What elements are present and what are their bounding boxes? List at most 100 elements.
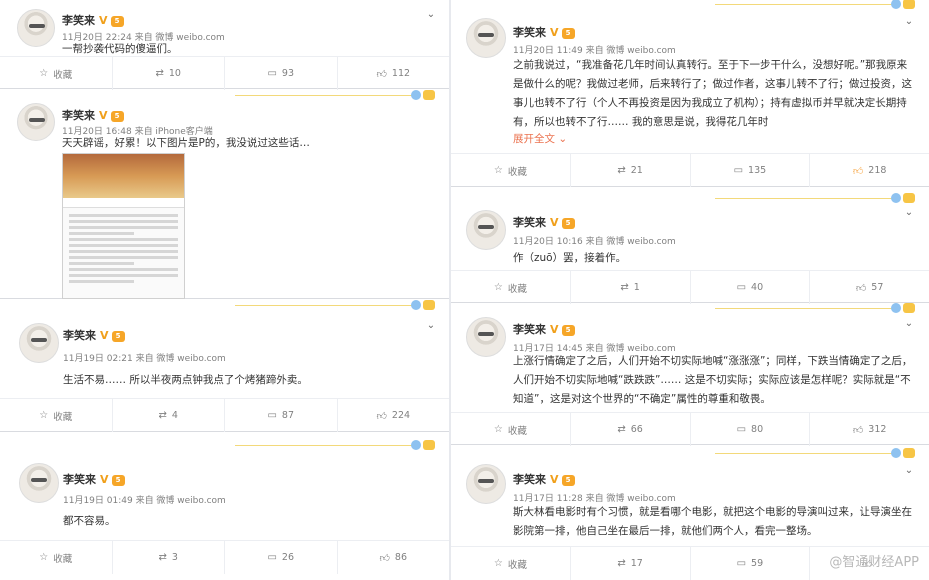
chevron-down-icon[interactable]: ⌄ [424,321,438,331]
repost-button[interactable]: ⇄ 1 [571,271,691,304]
comment-icon: ▭ [267,552,277,563]
expand-full-text-link[interactable]: 展开全文 ⌄ [513,130,633,149]
comment-icon: ▭ [736,424,747,435]
like-button[interactable]: 👍︎ 86 [338,541,450,574]
like-button[interactable]: 👍︎ 112 [338,57,450,90]
comment-button[interactable]: ▭ 87 [225,399,338,432]
chevron-down-icon[interactable]: ⌄ [424,10,438,20]
avatar[interactable] [466,18,506,58]
favorite-button[interactable]: ☆ 收藏 [451,271,571,304]
post-actions: ☆ 收藏 ⇄ 10 ▭ 93 👍︎ 112 [0,56,449,90]
thumb-up-icon: 👍︎ [855,282,867,294]
author-name[interactable]: 李笑来 V 5 [63,327,125,343]
author-name[interactable]: 李笑来 V 5 [62,107,124,123]
star-icon: ☆ [493,424,503,435]
avatar[interactable] [19,463,59,503]
chevron-down-icon[interactable]: ⌄ [902,17,916,27]
right-feed: 李笑来 V 5 ⌄ 11月20日 11:49 来自 微博 weibo.com 之前我… [451,0,929,580]
repost-icon: ⇄ [617,424,626,435]
repost-button[interactable]: ⇄ 4 [113,399,225,432]
post-card: 李笑来 V 5 ⌄ 11月19日 02:21 来自 微博 weibo.com 生活不… [0,300,449,432]
post-card: 李笑来 V 5 11月19日 01:49 来自 微博 weibo.com 都不容易。… [0,440,450,580]
comment-button[interactable]: ▭ 40 [691,271,811,304]
card-decoration [235,300,435,311]
comment-button[interactable]: ▭ 93 [225,57,338,90]
author-name[interactable]: 李笑来 V 5 [513,321,575,337]
post-card: 李笑来 V 5 11月20日 16:48 来自 iPhone客户端 天天辟谣，好累！… [0,90,449,299]
post-time: 11月20日 10:16 来自 微博 weibo.com [513,237,676,247]
repost-icon: ⇄ [158,410,167,421]
level-badge-icon: 5 [110,16,124,27]
thumb-up-icon: 👍︎ [376,410,387,422]
repost-button[interactable]: ⇄ 66 [571,413,691,446]
post-image[interactable] [62,153,185,299]
comment-icon: ▭ [733,165,744,176]
repost-icon: ⇄ [617,558,626,569]
card-decoration [715,448,915,459]
verified-icon: V [550,216,559,229]
author-name[interactable]: 李笑来 V 5 [63,471,125,487]
post-actions: ☆ 收藏 ⇄ 4 ▭ 87 👍︎ 224 [0,398,449,432]
watermark: @智通财经APP [829,555,919,570]
star-icon: ☆ [39,552,49,563]
chevron-down-icon[interactable]: ⌄ [902,319,916,329]
favorite-button[interactable]: ☆ 收藏 [0,399,113,432]
repost-icon: ⇄ [617,165,626,176]
thumb-up-icon: 👍︎ [379,552,390,564]
avatar[interactable] [466,464,506,504]
level-badge-icon: 5 [561,218,575,229]
post-card: 李笑来 V 5 ⌄ 11月20日 10:16 来自 微博 weibo.com 作（z… [451,193,929,304]
post-text: 上涨行情确定了之后，人们开始不切实际地喊“涨涨涨”；同样，下跌当情确定了之后，人… [513,355,913,405]
avatar[interactable] [17,103,55,141]
comment-button[interactable]: ▭ 135 [691,154,811,187]
like-button[interactable]: 👍︎ 218 [810,154,929,187]
thumb-up-icon: 👍︎ [852,424,864,436]
favorite-button[interactable]: ☆ 收藏 [451,547,571,580]
like-button[interactable]: 👍︎ 57 [810,271,929,304]
star-icon: ☆ [493,558,503,569]
author-name[interactable]: 李笑来 V 5 [62,12,124,28]
avatar[interactable] [17,9,55,47]
level-badge-icon: 5 [561,28,575,39]
favorite-button[interactable]: ☆ 收藏 [0,541,113,574]
favorite-button[interactable]: ☆ 收藏 [0,57,113,90]
author-name[interactable]: 李笑来 V 5 [513,214,575,230]
level-badge-icon: 5 [561,325,575,336]
avatar[interactable] [466,210,506,250]
post-card: 李笑来 V 5 ⌄ 11月17日 14:45 来自 微博 weibo.com 上涨行… [451,303,929,446]
level-badge-icon: 5 [111,475,125,486]
repost-button[interactable]: ⇄ 17 [571,547,691,580]
favorite-button[interactable]: ☆ 收藏 [451,413,571,446]
star-icon: ☆ [493,282,503,293]
post-text: 生活不易…… 所以半夜两点钟我点了个烤猪蹄外卖。 [63,374,308,386]
post-time: 11月19日 02:21 来自 微博 weibo.com [63,354,226,364]
favorite-button[interactable]: ☆ 收藏 [451,154,571,187]
like-button[interactable]: 👍︎ 224 [338,399,450,432]
comment-icon: ▭ [736,282,747,293]
repost-button[interactable]: ⇄ 10 [113,57,225,90]
comment-button[interactable]: ▭ 26 [225,541,338,574]
card-decoration [715,193,915,204]
comment-icon: ▭ [267,410,277,421]
verified-icon: V [99,14,108,27]
author-name[interactable]: 李笑来 V 5 [513,471,575,487]
chevron-down-icon[interactable]: ⌄ [902,208,916,218]
avatar[interactable] [19,323,59,363]
like-button[interactable]: 👍︎ 312 [810,413,929,446]
post-text: 作（zuō）罢，接着作。 [513,252,627,264]
author-name[interactable]: 李笑来 V 5 [513,24,575,40]
level-badge-icon: 5 [561,475,575,486]
chevron-down-icon[interactable]: ⌄ [902,466,916,476]
comment-button[interactable]: ▭ 59 [691,547,811,580]
repost-button[interactable]: ⇄ 3 [113,541,225,574]
post-text: 都不容易。 [63,515,116,527]
comment-button[interactable]: ▭ 80 [691,413,811,446]
chevron-down-icon: ⌄ [558,133,568,145]
left-feed: 李笑来 V 5 ⌄ 11月20日 22:24 来自 微博 weibo.com 一帮抄… [0,0,449,580]
post-text: 之前我说过，“我准备花几年时间认真转行。至于下一步干什么，没想好呢。”那我原来是… [513,59,912,128]
avatar[interactable] [466,317,506,357]
repost-button[interactable]: ⇄ 21 [571,154,691,187]
level-badge-icon: 5 [110,111,124,122]
comment-icon: ▭ [736,558,747,569]
card-decoration [235,440,435,451]
